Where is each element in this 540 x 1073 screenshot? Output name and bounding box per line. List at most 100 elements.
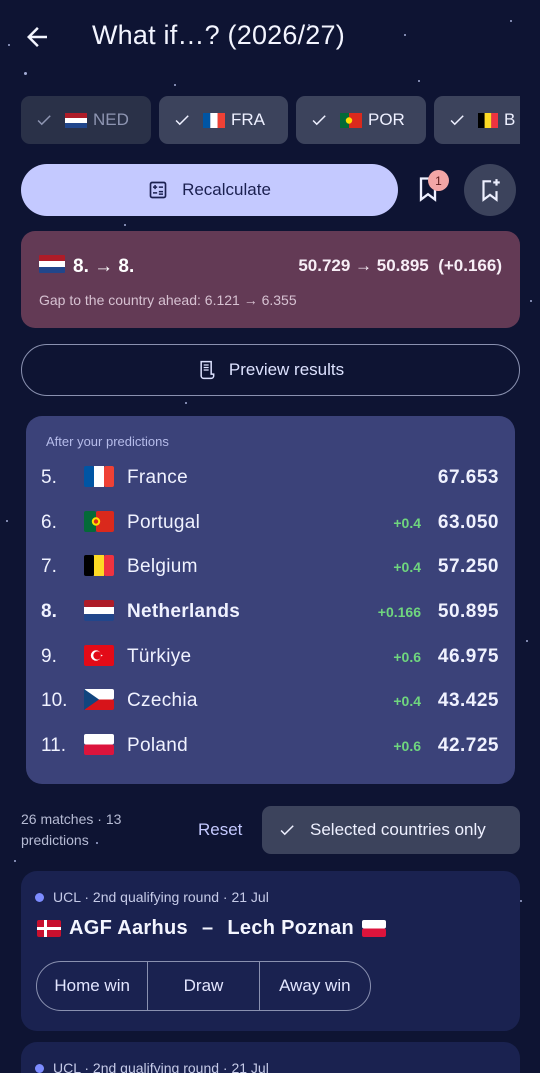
check-icon — [450, 115, 464, 126]
check-icon — [312, 115, 326, 126]
match-teams: AGF Aarhus – Lech Poznan — [37, 917, 387, 940]
match-count: 26 matches · 13 predictions — [21, 809, 181, 851]
netherlands-flag-icon — [39, 255, 65, 279]
row-delta: +0.4 — [393, 693, 421, 709]
check-icon — [37, 115, 51, 126]
preview-results-label: Preview results — [228, 360, 345, 379]
row-score: 50.895 — [437, 601, 499, 622]
team-separator: – — [201, 917, 214, 939]
row-delta: +0.166 — [377, 604, 421, 620]
belgium-flag-icon — [84, 555, 114, 581]
row-position: 7. — [41, 556, 57, 577]
rank-text: 8. → 8. — [73, 256, 135, 277]
row-country: France — [127, 467, 188, 488]
turkiye-flag-icon — [84, 645, 114, 671]
gap-to-country-ahead: Gap to the country ahead: 6.121 → 6.355 — [39, 292, 297, 308]
row-country: Portugal — [127, 512, 201, 533]
row-score: 46.975 — [437, 646, 499, 667]
reset-button[interactable]: Reset — [198, 820, 242, 840]
chip-ned[interactable]: NED — [21, 96, 151, 144]
denmark-flag-icon — [37, 920, 61, 937]
match-meta: UCL · 2nd qualifying round · 21 Jul — [35, 1060, 269, 1073]
standings-row-highlighted: 8. Netherlands +0.166 50.895 — [26, 592, 515, 632]
competition-dot-icon — [35, 892, 44, 902]
chip-label: B — [504, 110, 516, 129]
standings-row: 9. Türkiye +0.6 46.975 — [26, 637, 515, 677]
row-country: Poland — [127, 735, 188, 756]
standings-row: 6. Portugal +0.4 63.050 — [26, 503, 515, 543]
home-team: AGF Aarhus — [69, 917, 188, 939]
rank-change: 8. → 8. — [39, 255, 134, 279]
netherlands-flag-icon — [84, 600, 114, 626]
row-position: 6. — [41, 512, 57, 533]
ranking-change-card: 8. → 8. 50.729 → 50.895 (+0.166) Gap to … — [21, 231, 520, 328]
poland-flag-icon — [362, 920, 387, 937]
belgium-flag-icon — [478, 112, 498, 128]
czechia-flag-icon — [84, 689, 114, 715]
back-arrow-icon[interactable] — [22, 22, 52, 52]
draw-option[interactable]: Draw — [148, 962, 260, 1010]
away-team: Lech Poznan — [227, 917, 355, 939]
portugal-flag-icon — [84, 511, 114, 537]
receipt-icon — [200, 360, 215, 380]
poland-flag-icon — [84, 734, 114, 760]
chip-label: NED — [93, 110, 129, 129]
standings-row: 11. Poland +0.6 42.725 — [26, 726, 515, 766]
row-country: Türkiye — [127, 646, 192, 667]
match-meta-text: UCL · 2nd qualifying round · 21 Jul — [53, 1060, 269, 1073]
row-position: 5. — [41, 467, 57, 488]
france-flag-icon — [84, 466, 114, 492]
chip-por[interactable]: POR — [296, 96, 426, 144]
prediction-segmented-control[interactable]: Home win Draw Away win — [36, 961, 371, 1011]
row-score: 67.653 — [437, 467, 499, 488]
page-title: What if…? (2026/27) — [92, 20, 345, 50]
points-change: 50.729 → 50.895 (+0.166) — [298, 256, 502, 275]
competition-dot-icon — [35, 1063, 44, 1073]
standings-panel: After your predictions 5. France 67.653 … — [26, 416, 515, 784]
row-delta: +0.6 — [393, 738, 421, 754]
row-country: Netherlands — [127, 601, 241, 622]
row-score: 43.425 — [437, 690, 499, 711]
match-count-line1: 26 matches · 13 — [21, 811, 122, 827]
selected-only-label: Selected countries only — [310, 820, 486, 839]
standings-row: 7. Belgium +0.4 57.250 — [26, 547, 515, 587]
home-win-option[interactable]: Home win — [37, 962, 149, 1010]
bookmark-count-badge: 1 — [428, 170, 449, 191]
netherlands-flag-icon — [65, 112, 87, 128]
match-meta: UCL · 2nd qualifying round · 21 Jul — [35, 889, 269, 905]
top-app-bar: What if…? (2026/27) — [0, 0, 540, 76]
portugal-flag-icon — [340, 112, 362, 128]
match-count-line2: predictions — [21, 832, 89, 848]
row-position: 11. — [41, 735, 67, 756]
preview-results-button[interactable]: Preview results — [21, 344, 520, 396]
row-country: Belgium — [127, 556, 198, 577]
bookmark-add-icon — [482, 179, 500, 202]
chip-label: POR — [368, 110, 405, 129]
standings-row: 5. France 67.653 — [26, 458, 515, 498]
standings-caption: After your predictions — [46, 434, 169, 449]
row-position: 8. — [41, 601, 57, 622]
row-position: 10. — [41, 690, 68, 711]
row-position: 9. — [41, 646, 57, 667]
row-delta: +0.4 — [393, 559, 421, 575]
row-score: 42.725 — [437, 735, 499, 756]
standings-row: 10. Czechia +0.4 43.425 — [26, 681, 515, 721]
match-card: UCL · 2nd qualifying round · 21 Jul — [21, 1042, 520, 1073]
match-meta-text: UCL · 2nd qualifying round · 21 Jul — [53, 889, 269, 905]
row-score: 63.050 — [437, 512, 499, 533]
chip-label: FRA — [231, 110, 265, 129]
chip-fra[interactable]: FRA — [159, 96, 288, 144]
row-delta: +0.4 — [393, 515, 421, 531]
row-country: Czechia — [127, 690, 198, 711]
away-win-option[interactable]: Away win — [260, 962, 370, 1010]
chip-bel[interactable]: B — [434, 96, 520, 144]
recalculate-label: Recalculate — [182, 180, 271, 199]
recalculate-button[interactable]: Recalculate — [21, 164, 398, 216]
check-icon — [280, 825, 294, 836]
calculator-icon — [149, 181, 167, 199]
add-bookmark-button[interactable] — [464, 164, 516, 216]
country-chip-row[interactable]: NED FRA POR B — [21, 96, 520, 146]
selected-countries-only-toggle[interactable]: Selected countries only — [262, 806, 520, 854]
row-delta: +0.6 — [393, 649, 421, 665]
row-score: 57.250 — [437, 556, 499, 577]
